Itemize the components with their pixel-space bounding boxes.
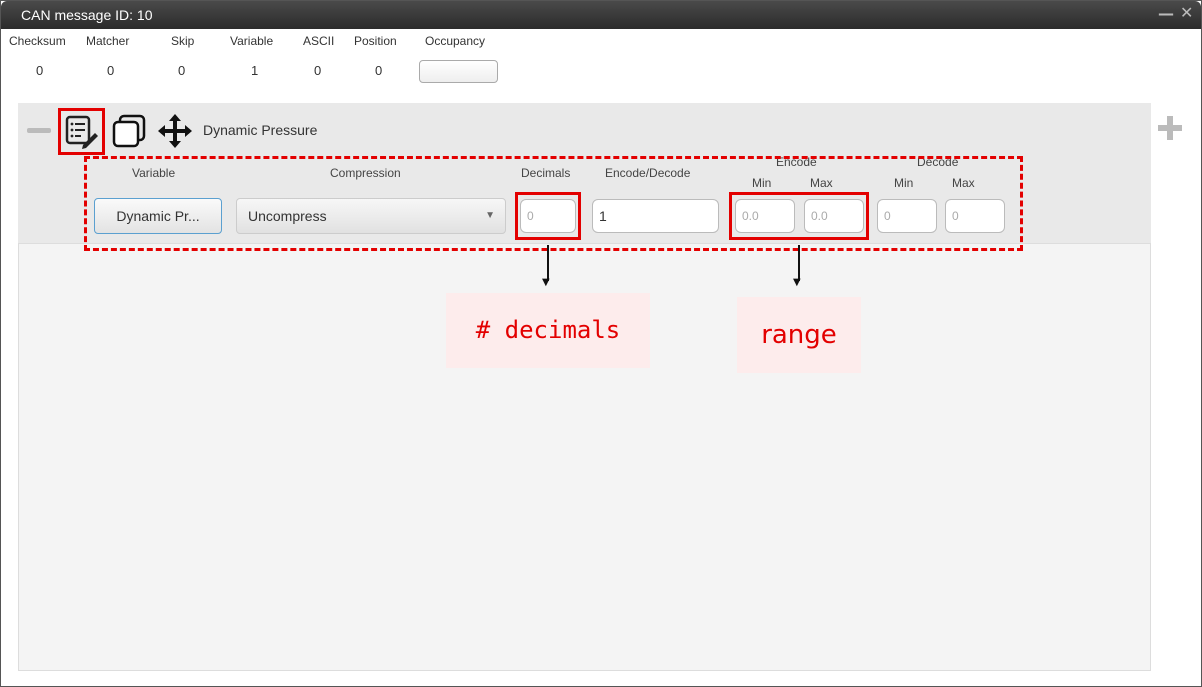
stat-value-variable: 1 [251, 63, 259, 78]
title-bar[interactable]: CAN message ID: 10 — ✕ [1, 1, 1201, 29]
arrow-down-icon: ▼ [542, 277, 550, 288]
stat-label-skip: Skip [171, 34, 195, 48]
range-highlight-box [729, 192, 869, 240]
stat-label-variable: Variable [230, 34, 274, 48]
stat-label-position: Position [354, 34, 397, 48]
range-arrow [798, 245, 800, 281]
stat-label-checksum: Checksum [9, 34, 66, 48]
minimize-button[interactable]: — [1158, 4, 1174, 23]
stat-value-checksum: 0 [36, 63, 44, 78]
decimals-callout: # decimals [446, 293, 650, 368]
copy-icon[interactable] [111, 113, 147, 153]
plus-icon[interactable] [1156, 114, 1184, 146]
edit-list-icon[interactable] [58, 108, 105, 155]
decimals-highlight-box [515, 192, 581, 240]
close-button[interactable]: ✕ [1180, 3, 1193, 22]
stat-value-ascii: 0 [314, 63, 322, 78]
range-callout: range [737, 297, 861, 373]
stat-value-position: 0 [375, 63, 383, 78]
occupancy-bar [419, 60, 498, 83]
stat-value-skip: 0 [178, 63, 186, 78]
move-icon[interactable] [157, 113, 193, 153]
stat-label-occupancy: Occupancy [425, 34, 486, 48]
stat-value-matcher: 0 [107, 63, 115, 78]
decimals-arrow [547, 245, 549, 281]
arrow-down-icon: ▼ [793, 277, 801, 288]
can-message-window: CAN message ID: 10 — ✕ Checksum Matcher … [0, 0, 1202, 687]
stat-label-ascii: ASCII [303, 34, 335, 48]
stat-label-matcher: Matcher [86, 34, 130, 48]
minus-icon[interactable] [27, 128, 51, 133]
row-title: Dynamic Pressure [203, 122, 318, 138]
window-title: CAN message ID: 10 [21, 7, 153, 23]
